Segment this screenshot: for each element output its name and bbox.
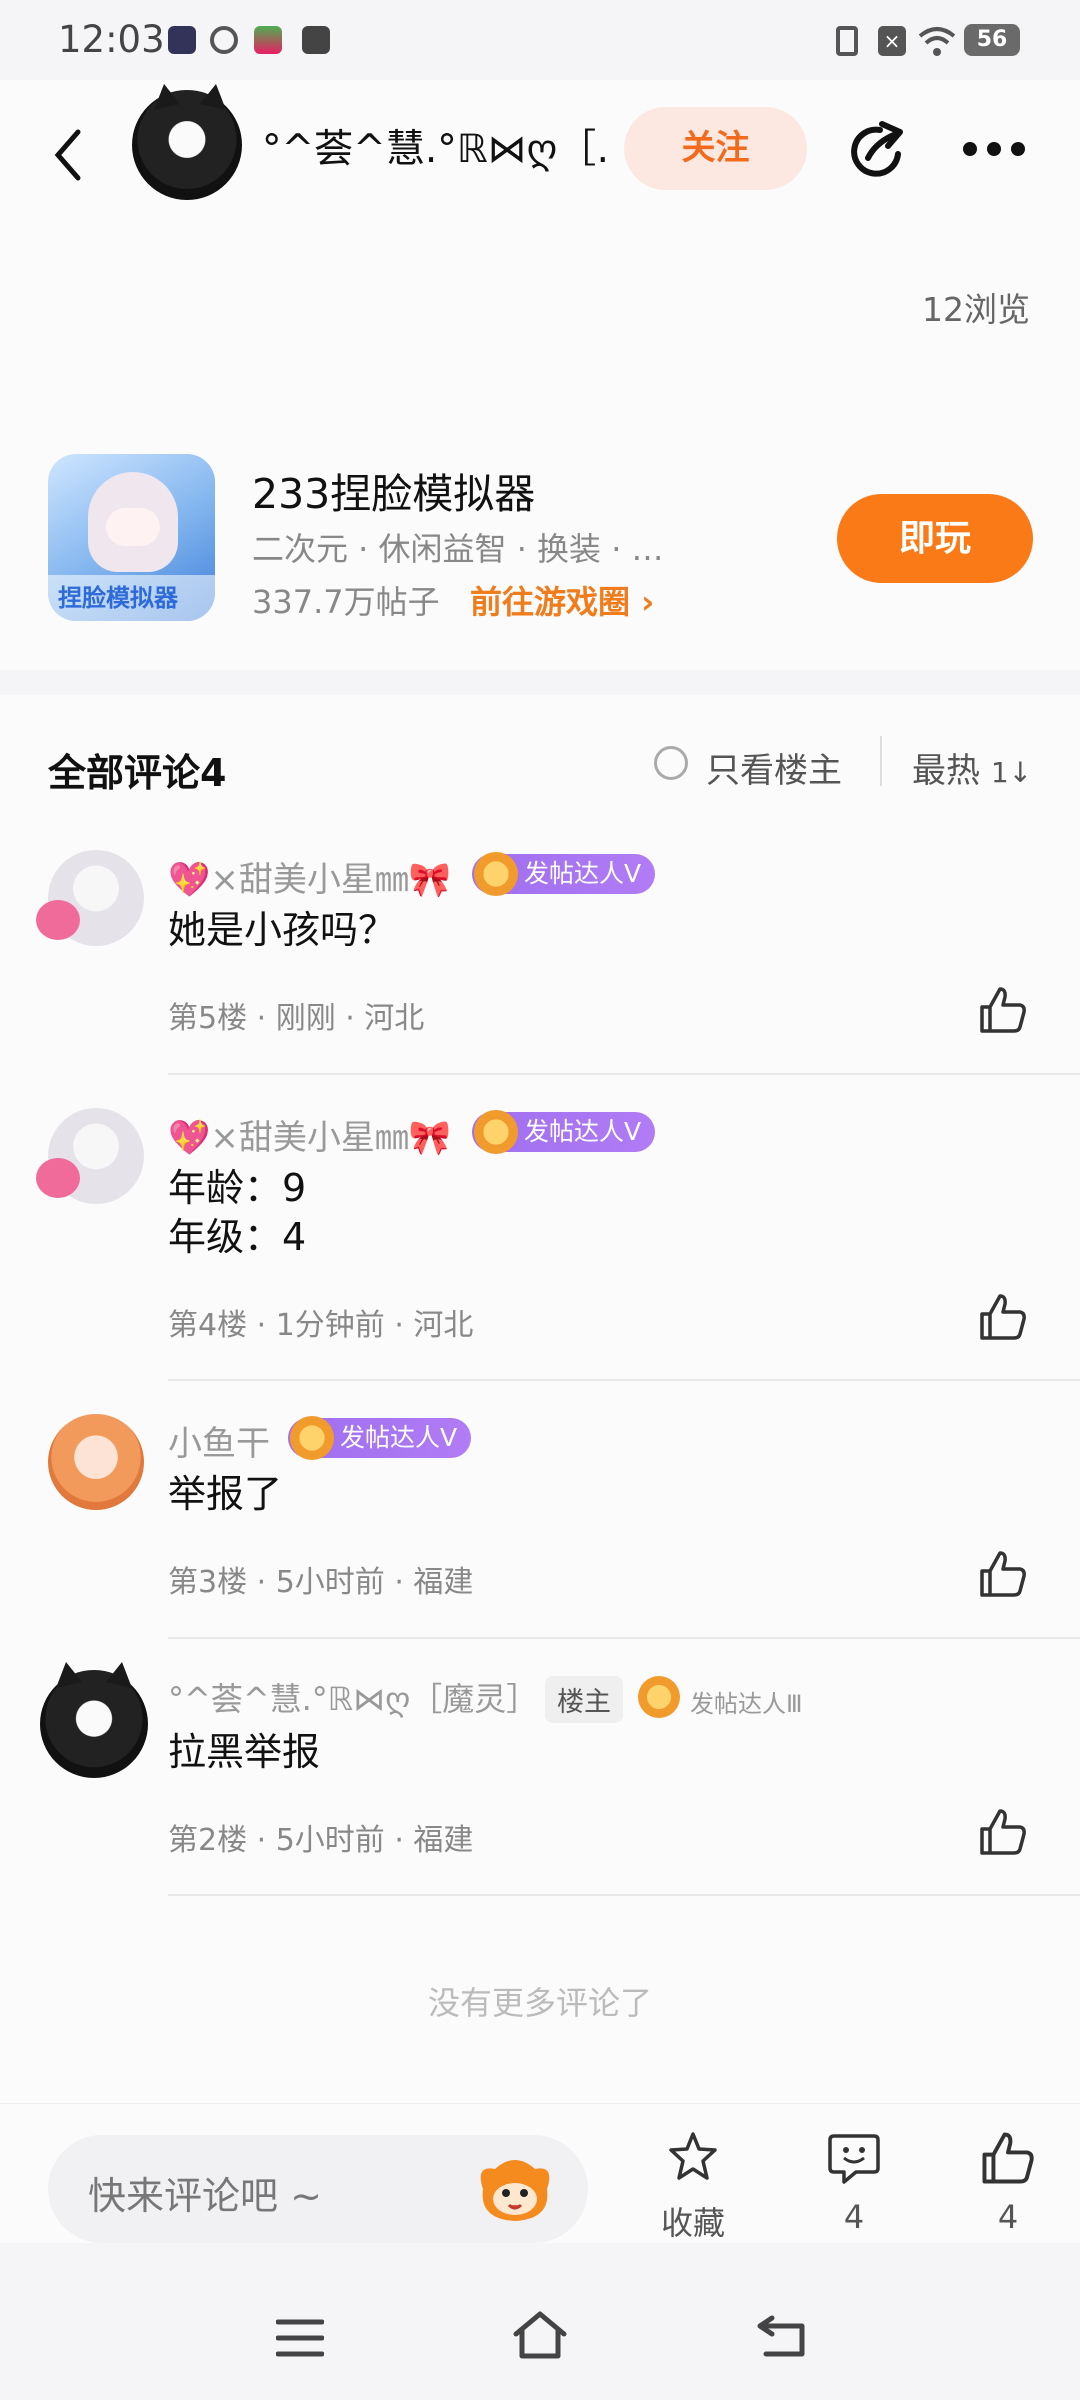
like-icon[interactable] bbox=[978, 1549, 1028, 1599]
comment-text-line2: 年级：4 bbox=[168, 1215, 307, 1259]
game-circle-link[interactable]: 前往游戏圈 › bbox=[470, 577, 654, 623]
game-tags: 二次元 · 休闲益智 · 换装 · … bbox=[252, 530, 664, 568]
emoji-mascot-icon[interactable] bbox=[475, 2155, 555, 2225]
sort-icon: 1↓ bbox=[990, 756, 1033, 789]
game-post-count: 337.7万帖子 bbox=[252, 583, 440, 621]
game-circle-link-label: 前往游戏圈 bbox=[470, 583, 631, 621]
poster-level-badge: 发帖达人Ⅴ bbox=[472, 852, 656, 896]
avatar-frame-decoration bbox=[36, 1158, 80, 1198]
comment-meta: 第5楼 · 刚刚 · 河北 bbox=[168, 1001, 425, 1036]
badge-icon bbox=[474, 852, 518, 896]
author-name[interactable]: °^荟^慧.°ℝ⋈ღ［… bbox=[262, 118, 607, 174]
commenter-name[interactable]: 💖×甜美小星㎜🎀 bbox=[168, 852, 451, 901]
comment-meta: 第4楼 · 1分钟前 · 河北 bbox=[168, 1308, 474, 1343]
battery-icon: 56 bbox=[964, 24, 1020, 56]
badge-label: 发帖达人Ⅴ bbox=[524, 859, 642, 888]
host-badge: 楼主 bbox=[545, 1676, 623, 1723]
poster-level-badge: 发帖达人Ⅲ bbox=[690, 1690, 803, 1718]
comment-text: 拉黑举报 bbox=[168, 1730, 321, 1774]
only-host-radio[interactable] bbox=[654, 746, 688, 780]
avatar-frame-decoration bbox=[36, 900, 80, 940]
back-nav-icon[interactable] bbox=[756, 2314, 808, 2358]
comments-section bbox=[0, 695, 1080, 2103]
sort-toggle[interactable]: 最热 1↓ bbox=[912, 743, 1032, 792]
app-notification-icon bbox=[254, 26, 282, 54]
comment-meta: 第2楼 · 5小时前 · 福建 bbox=[168, 1823, 474, 1858]
star-icon[interactable] bbox=[666, 2130, 720, 2184]
share-icon[interactable] bbox=[846, 120, 908, 182]
status-bar: 12:03 × 56 bbox=[0, 0, 1080, 80]
comment-divider bbox=[168, 1379, 1080, 1381]
no-sim-icon: × bbox=[878, 26, 906, 56]
menu-icon[interactable] bbox=[276, 2318, 324, 2358]
cat-ears-decoration bbox=[56, 1662, 132, 1688]
vibrate-icon bbox=[836, 26, 858, 56]
commenter-name[interactable]: °^荟^慧.°ℝ⋈ღ［魔灵］ bbox=[168, 1674, 538, 1720]
badge-icon bbox=[474, 1110, 518, 1154]
badge-icon bbox=[638, 1676, 680, 1718]
comment-divider bbox=[168, 1637, 1080, 1639]
chevron-right-icon: › bbox=[641, 583, 655, 621]
comment-text: 年龄：9 bbox=[168, 1166, 307, 1210]
comment-text: 她是小孩吗？ bbox=[168, 908, 397, 952]
comment-icon[interactable] bbox=[826, 2130, 882, 2186]
view-count: 12浏览 bbox=[922, 290, 1030, 329]
comment-text: 举报了 bbox=[168, 1472, 283, 1516]
like-icon[interactable] bbox=[978, 1292, 1028, 1342]
comments-title: 全部评论4 bbox=[48, 751, 227, 795]
comment-input-placeholder: 快来评论吧 ~ bbox=[88, 2174, 322, 2218]
like-count: 4 bbox=[997, 2198, 1019, 2236]
only-host-label[interactable]: 只看楼主 bbox=[706, 743, 842, 792]
sort-label: 最热 bbox=[912, 751, 980, 791]
badge-label: 发帖达人Ⅴ bbox=[340, 1423, 458, 1452]
comment-divider bbox=[168, 1073, 1080, 1075]
comment-divider bbox=[168, 1894, 1080, 1896]
comment-count: 4 bbox=[843, 2198, 865, 2236]
play-notification-icon bbox=[302, 26, 330, 54]
like-icon[interactable] bbox=[978, 1807, 1028, 1857]
commenter-name[interactable]: 小鱼干 bbox=[168, 1416, 270, 1465]
comment-meta: 第3楼 · 5小时前 · 福建 bbox=[168, 1565, 474, 1600]
no-more-comments: 没有更多评论了 bbox=[427, 1984, 652, 2022]
cat-ears-decoration bbox=[154, 84, 226, 110]
game-name[interactable]: 233捏脸模拟器 bbox=[252, 460, 535, 520]
status-time: 12:03 bbox=[58, 18, 165, 61]
game-icon[interactable]: 捏脸模拟器 bbox=[48, 454, 215, 621]
more-icon[interactable] bbox=[962, 140, 1026, 158]
commenter-name[interactable]: 💖×甜美小星㎜🎀 bbox=[168, 1110, 451, 1159]
favorite-label[interactable]: 收藏 bbox=[644, 2198, 742, 2244]
commenter-avatar[interactable] bbox=[48, 1414, 144, 1510]
like-icon[interactable] bbox=[978, 985, 1028, 1035]
app-notification-icon bbox=[210, 26, 238, 54]
play-button[interactable]: 即玩 bbox=[837, 494, 1033, 583]
game-icon-text: 捏脸模拟器 bbox=[58, 584, 178, 612]
badge-icon bbox=[290, 1416, 334, 1460]
like-icon[interactable] bbox=[980, 2130, 1036, 2186]
app-notification-icon bbox=[168, 26, 196, 54]
poster-level-badge: 发帖达人Ⅴ bbox=[288, 1416, 472, 1460]
divider bbox=[880, 736, 882, 786]
follow-button[interactable]: 关注 bbox=[624, 107, 807, 190]
back-icon[interactable] bbox=[52, 128, 84, 182]
poster-level-badge: 发帖达人Ⅴ bbox=[472, 1110, 656, 1154]
home-icon[interactable] bbox=[512, 2310, 568, 2360]
wifi-icon bbox=[918, 27, 956, 56]
badge-label: 发帖达人Ⅴ bbox=[524, 1117, 642, 1146]
